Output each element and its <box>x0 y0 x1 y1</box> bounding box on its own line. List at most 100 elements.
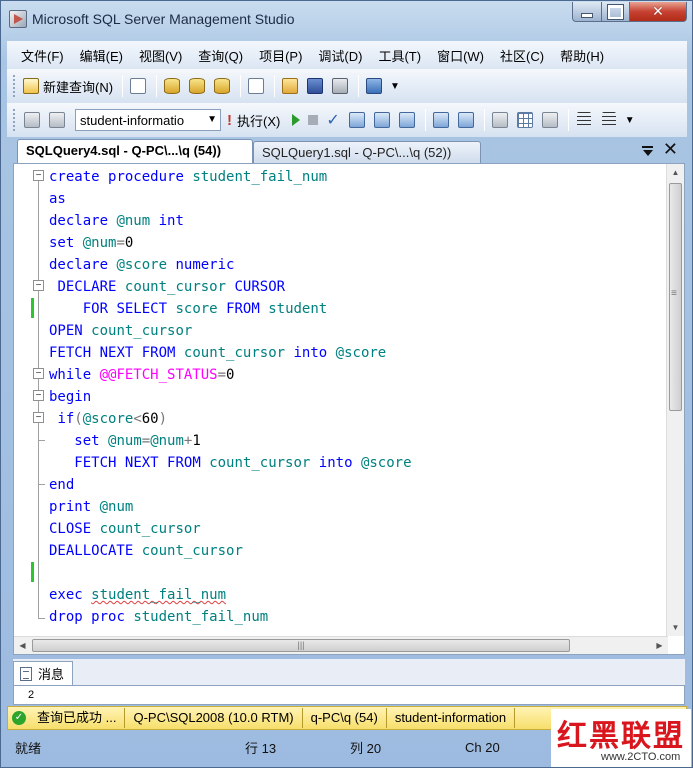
menu-file[interactable]: 文件(F) <box>21 46 64 65</box>
code-line[interactable]: DEALLOCATE count_cursor <box>49 540 243 562</box>
execute-button[interactable]: 执行(X) <box>237 111 280 130</box>
menu-view[interactable]: 视图(V) <box>139 46 182 65</box>
code-line[interactable]: declare @score numeric <box>49 254 234 276</box>
query-options-button[interactable] <box>396 109 418 131</box>
query-editor[interactable]: − − − − − create procedure student_fail_… <box>13 163 685 655</box>
new-file-button[interactable] <box>127 75 149 97</box>
watermark-title: 红黑联盟 <box>557 719 685 754</box>
display-plan-button[interactable] <box>346 109 368 131</box>
scroll-left-icon[interactable]: ◀ <box>14 637 31 654</box>
toolbar-separator <box>358 75 360 97</box>
vertical-scroll-thumb[interactable] <box>669 183 682 411</box>
mdx-query-button[interactable] <box>211 75 233 97</box>
activity-monitor-button[interactable] <box>363 75 385 97</box>
save-button[interactable] <box>304 75 326 97</box>
database-select[interactable]: student-informatio ▼ <box>75 109 221 131</box>
watermark-logo: 红黑联盟 www.2CTO.com <box>551 709 691 767</box>
folder-open-icon <box>282 78 299 94</box>
menu-community[interactable]: 社区(C) <box>500 46 544 65</box>
analysis-query-icon <box>189 78 206 94</box>
uncomment-lines-button[interactable] <box>598 109 620 131</box>
vertical-scrollbar[interactable]: ▲ ▼ <box>666 164 684 636</box>
execution-plan-icon <box>348 112 365 128</box>
database-query-icon <box>164 78 181 94</box>
code-line[interactable]: while @@FETCH_STATUS=0 <box>49 364 234 386</box>
code-line[interactable]: begin <box>49 386 91 408</box>
code-line[interactable]: exec student_fail_num <box>49 584 226 606</box>
menu-tools[interactable]: 工具(T) <box>378 46 421 65</box>
cancel-query-icon[interactable] <box>308 115 319 125</box>
ssms-window: Microsoft SQL Server Management Studio ✕… <box>0 0 693 768</box>
code-line[interactable]: if(@score<60) <box>49 408 167 430</box>
toolbar-overflow-icon[interactable]: ▼ <box>390 81 400 92</box>
standard-toolbar: 新建查询(N) ▼ <box>7 69 687 103</box>
tab-list-dropdown-icon[interactable] <box>642 146 653 156</box>
fold-toggle-icon[interactable]: − <box>33 170 44 181</box>
close-icon: ✕ <box>652 3 664 19</box>
code-line[interactable]: FOR SELECT score FROM student <box>49 298 328 320</box>
comment-lines-button[interactable] <box>573 109 595 131</box>
new-query-button[interactable]: 新建查询(N) <box>21 75 115 97</box>
new-item-button[interactable] <box>245 75 267 97</box>
code-line[interactable]: end <box>49 474 74 496</box>
fold-toggle-icon[interactable]: − <box>33 280 44 291</box>
database-engine-query-button[interactable] <box>161 75 183 97</box>
include-plan-button[interactable] <box>430 109 452 131</box>
code-line[interactable]: OPEN count_cursor <box>49 320 192 342</box>
fold-toggle-icon[interactable]: − <box>33 390 44 401</box>
menu-debug[interactable]: 调试(D) <box>318 46 362 65</box>
minimize-button[interactable] <box>572 2 602 22</box>
maximize-button[interactable] <box>601 2 630 22</box>
analysis-services-query-button[interactable] <box>186 75 208 97</box>
scroll-right-icon[interactable]: ▶ <box>651 637 668 654</box>
parse-checkmark-icon[interactable]: ✓ <box>326 110 339 130</box>
current-database: student-information <box>387 708 516 728</box>
tab-sqlquery4[interactable]: SQLQuery4.sql - Q-PC\...\q (54)) <box>17 139 253 163</box>
code-line[interactable]: print @num <box>49 496 133 518</box>
toolbar-grip[interactable] <box>13 109 17 131</box>
open-file-button[interactable] <box>279 75 301 97</box>
code-line[interactable]: as <box>49 188 66 210</box>
menu-edit[interactable]: 编辑(E) <box>80 46 123 65</box>
debug-start-icon[interactable] <box>292 114 301 126</box>
code-line[interactable]: set @num=@num+1 <box>49 430 200 452</box>
scroll-up-icon[interactable]: ▲ <box>667 164 684 181</box>
scroll-down-icon[interactable]: ▼ <box>667 619 684 636</box>
code-line[interactable]: CLOSE count_cursor <box>49 518 201 540</box>
results-to-grid-button[interactable] <box>514 109 536 131</box>
code-line[interactable]: drop proc student_fail_num <box>49 606 268 628</box>
fold-end-marker <box>38 618 45 619</box>
change-connection-button[interactable] <box>46 109 68 131</box>
print-button[interactable] <box>329 75 351 97</box>
code-line[interactable]: DECLARE count_cursor CURSOR <box>49 276 285 298</box>
toolbar-separator <box>424 109 426 131</box>
results-to-file-button[interactable] <box>539 109 561 131</box>
title-bar[interactable]: Microsoft SQL Server Management Studio ✕ <box>1 1 692 37</box>
toolbar-overflow-icon[interactable]: ▼ <box>625 115 635 126</box>
code-line[interactable]: declare @num int <box>49 210 184 232</box>
close-tab-icon[interactable]: ✕ <box>663 139 678 160</box>
results-to-text-button[interactable] <box>489 109 511 131</box>
query-designer-button[interactable] <box>371 109 393 131</box>
code-line[interactable]: FETCH NEXT FROM count_cursor into @score <box>49 452 411 474</box>
results-file-icon <box>541 112 558 128</box>
code-line[interactable]: create procedure student_fail_num <box>49 166 327 188</box>
menu-help[interactable]: 帮助(H) <box>560 46 604 65</box>
toolbar-grip[interactable] <box>13 75 17 97</box>
horizontal-scroll-thumb[interactable]: ||| <box>32 639 570 652</box>
code-line[interactable]: FETCH NEXT FROM count_cursor into @score <box>49 342 386 364</box>
menu-query[interactable]: 查询(Q) <box>198 46 243 65</box>
new-file-icon <box>130 78 147 94</box>
code-line[interactable]: set @num=0 <box>49 232 133 254</box>
horizontal-scrollbar[interactable]: ◀ ||| ▶ <box>14 636 668 654</box>
menu-window[interactable]: 窗口(W) <box>437 46 484 65</box>
close-button[interactable]: ✕ <box>629 2 687 22</box>
client-statistics-button[interactable] <box>455 109 477 131</box>
results-text-icon <box>491 112 508 128</box>
tab-messages[interactable]: 消息 <box>13 661 73 685</box>
fold-toggle-icon[interactable]: − <box>33 368 44 379</box>
fold-toggle-icon[interactable]: − <box>33 412 44 423</box>
connect-button[interactable] <box>21 109 43 131</box>
menu-project[interactable]: 项目(P) <box>259 46 302 65</box>
tab-sqlquery1[interactable]: SQLQuery1.sql - Q-PC\...\q (52)) <box>253 141 481 163</box>
